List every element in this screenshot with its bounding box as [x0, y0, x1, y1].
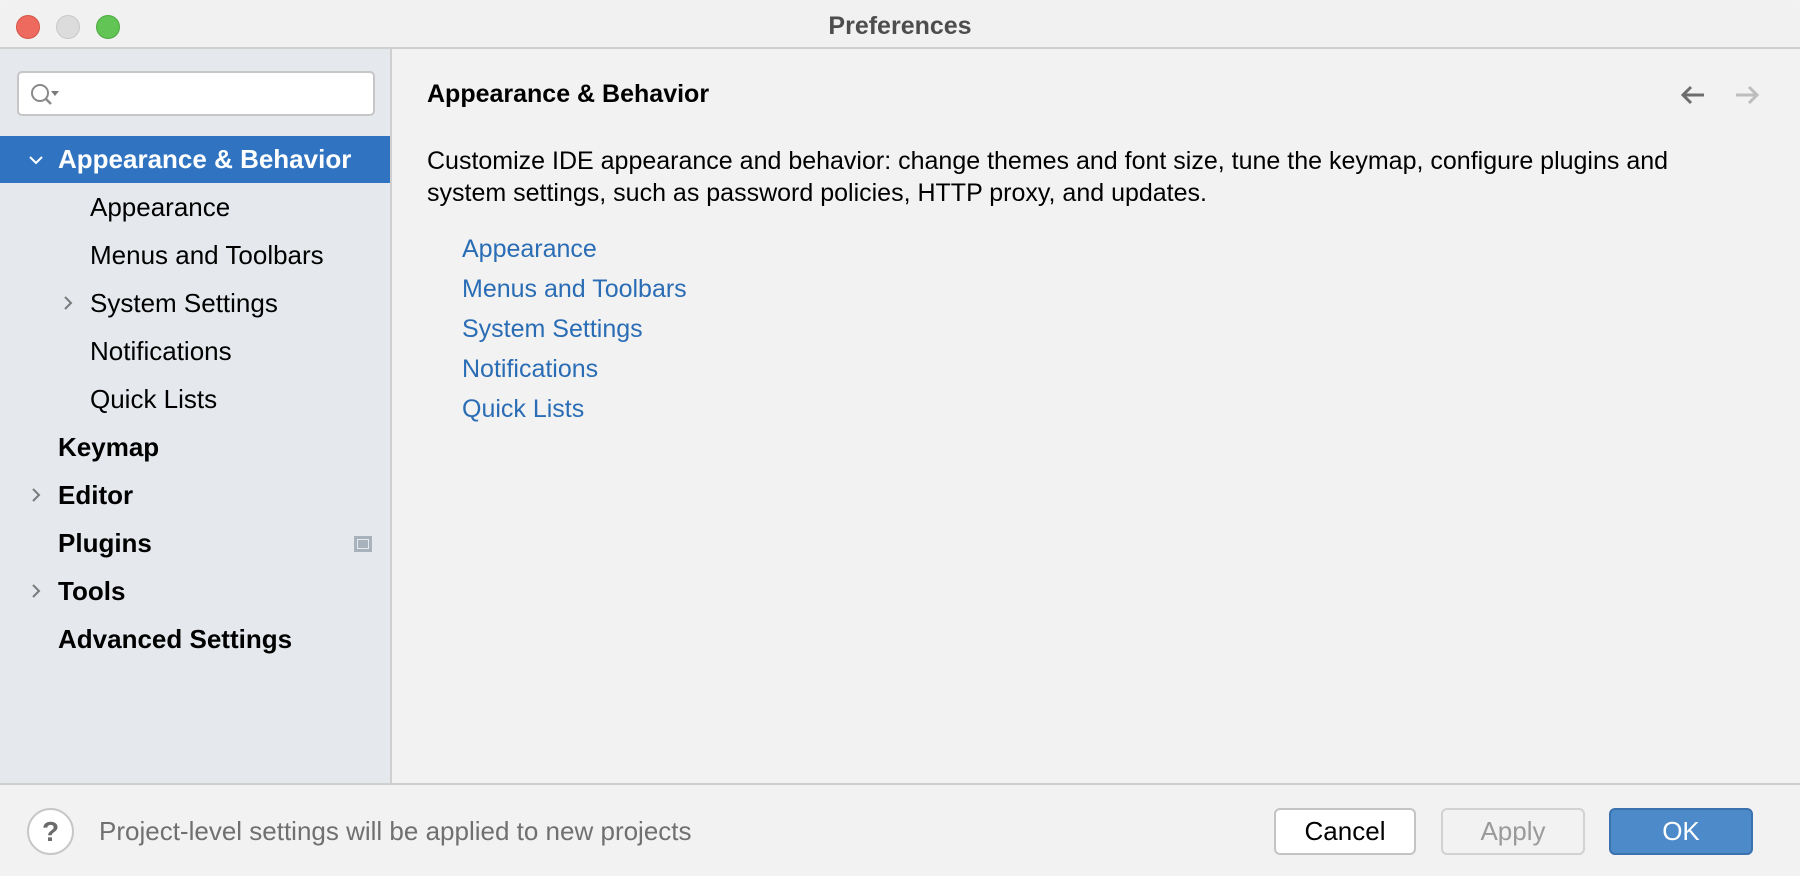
page-description: Customize IDE appearance and behavior: c… [427, 147, 1669, 207]
tree-item-label: Menus and Toolbars [90, 239, 324, 270]
settings-tree: Appearance & Behavior Appearance Menus a… [0, 136, 390, 663]
link-menus-and-toolbars[interactable]: Menus and Toolbars [462, 269, 687, 309]
title-bar: Preferences [0, 0, 1800, 49]
tree-item-appearance-behavior[interactable]: Appearance & Behavior [0, 136, 390, 183]
link-system-settings[interactable]: System Settings [462, 309, 687, 349]
tree-item-label: System Settings [90, 287, 278, 318]
subpage-links: Appearance Menus and Toolbars System Set… [462, 229, 687, 429]
sidebar: Appearance & Behavior Appearance Menus a… [0, 49, 392, 783]
tree-item-menus-and-toolbars[interactable]: Menus and Toolbars [0, 231, 390, 279]
link-appearance[interactable]: Appearance [462, 229, 687, 269]
window-icon [354, 536, 372, 552]
cancel-button[interactable]: Cancel [1274, 808, 1416, 855]
chevron-right-icon[interactable] [59, 294, 77, 312]
arrow-right-icon[interactable] [1732, 81, 1762, 109]
tree-item-appearance[interactable]: Appearance [0, 183, 390, 231]
footer-note: Project-level settings will be applied t… [99, 816, 692, 846]
link-quick-lists[interactable]: Quick Lists [462, 389, 687, 429]
tree-item-label: Plugins [58, 527, 152, 558]
tree-item-label: Notifications [90, 335, 232, 366]
tree-item-editor[interactable]: Editor [0, 471, 390, 519]
arrow-left-icon[interactable] [1678, 81, 1708, 109]
tree-item-label: Tools [58, 575, 126, 606]
tree-item-label: Appearance [90, 191, 231, 222]
tree-item-label: Editor [58, 479, 134, 510]
help-button[interactable]: ? [27, 808, 74, 855]
link-notifications[interactable]: Notifications [462, 349, 687, 389]
content-panel: Appearance & Behavior Customize IDE appe… [394, 49, 1800, 783]
search-icon[interactable] [29, 82, 61, 108]
window-title: Preferences [828, 12, 972, 40]
page-title: Appearance & Behavior [427, 80, 710, 108]
apply-button[interactable]: Apply [1441, 808, 1585, 855]
ok-button[interactable]: OK [1609, 808, 1753, 855]
chevron-down-icon[interactable] [27, 151, 45, 169]
tree-item-tools[interactable]: Tools [0, 567, 390, 615]
tree-item-label: Advanced Settings [58, 623, 293, 654]
tree-item-quick-lists[interactable]: Quick Lists [0, 375, 390, 423]
tree-item-label: Keymap [58, 431, 160, 462]
tree-item-label: Appearance & Behavior [58, 144, 352, 174]
tree-item-label: Quick Lists [90, 383, 218, 414]
preferences-window: Preferences Appearance & Behavior Appear… [0, 0, 1800, 876]
tree-item-plugins[interactable]: Plugins [0, 519, 390, 567]
dialog-footer: ? Project-level settings will be applied… [0, 783, 1800, 876]
tree-item-advanced-settings[interactable]: Advanced Settings [0, 615, 390, 663]
tree-item-notifications[interactable]: Notifications [0, 327, 390, 375]
chevron-right-icon[interactable] [27, 486, 45, 504]
search-input[interactable] [17, 71, 375, 116]
chevron-right-icon[interactable] [27, 582, 45, 600]
tree-item-keymap[interactable]: Keymap [0, 423, 390, 471]
tree-item-system-settings[interactable]: System Settings [0, 279, 390, 327]
